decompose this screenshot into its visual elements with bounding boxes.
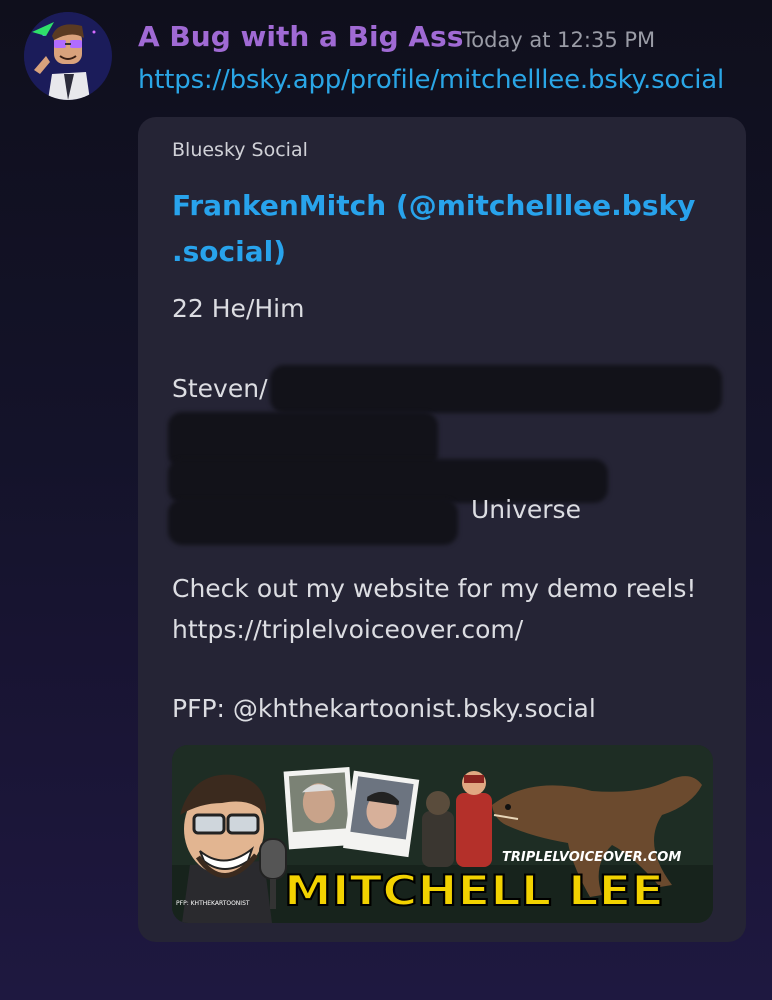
banner-site-text: TRIPLELVOICEOVER.COM: [502, 850, 681, 865]
profile-link[interactable]: https://bsky.app/profile/mitchelllee.bsk…: [138, 62, 724, 98]
banner-credit-text: PFP: KHTHEKARTOONIST: [176, 900, 250, 907]
avatar[interactable]: [24, 12, 112, 100]
polaroid-photo: [283, 766, 355, 850]
embed-check-out-text: Check out my website for my demo reels!: [172, 574, 697, 603]
embed-website-text: https://triplelvoiceover.com/: [172, 615, 524, 644]
embed-pronouns: 22 He/Him: [172, 294, 305, 323]
cartoon-avatar-icon: [24, 12, 112, 100]
redaction-block: [270, 365, 722, 413]
username[interactable]: A Bug with a Big Ass: [138, 18, 463, 56]
message-timestamp: Today at 12:35 PM: [462, 28, 656, 52]
embed-title-link[interactable]: FrankenMitch (@mitchelllee.bsky .social): [172, 183, 712, 275]
polaroid-photo: [343, 770, 420, 858]
embed-title-line1: FrankenMitch (@mitchelllee.bsky: [172, 189, 696, 222]
embed-provider: Bluesky Social: [172, 139, 308, 161]
banner-name-text: MITCHELL LEE: [284, 866, 664, 915]
embed-steven-line: Steven/: [172, 374, 268, 403]
link-embed-card: Bluesky Social FrankenMitch (@mitchellle…: [138, 117, 746, 942]
embed-title-line2: .social): [172, 235, 287, 268]
embed-universe-text: Universe: [471, 495, 581, 524]
embed-pfp-credit: PFP: @khthekartoonist.bsky.social: [172, 694, 596, 723]
redaction-block: [168, 499, 458, 545]
embed-banner-image[interactable]: TRIPLELVOICEOVER.COM MITCHELL LEE PFP: K…: [172, 745, 713, 923]
